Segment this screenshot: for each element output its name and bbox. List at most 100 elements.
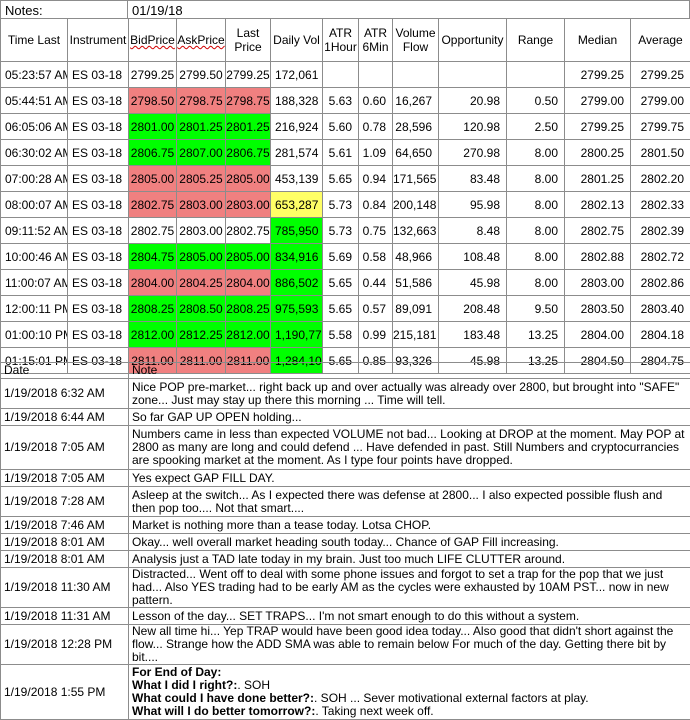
cell-bidprice[interactable]: 2799.25 [129,62,177,88]
cell-average[interactable]: 2802.72 [631,244,690,270]
cell-atr-6min[interactable]: 0.58 [359,244,393,270]
cell-daily-vol[interactable]: 653,287 [271,192,323,218]
table-row[interactable]: 08:00:07 AMES 03-182802.752803.002803.00… [1,192,690,218]
note-date[interactable]: 1/19/2018 8:01 AM [1,534,129,551]
cell-bidprice[interactable]: 2798.50 [129,88,177,114]
col-header-instrument[interactable]: Instrument [68,19,129,62]
cell-atr-1hour[interactable]: 5.65 [323,270,359,296]
cell-last-price[interactable]: 2798.75 [226,88,271,114]
cell-instrument[interactable]: ES 03-18 [68,322,129,348]
cell-time-last[interactable]: 12:00:11 PM [1,296,68,322]
cell-median[interactable]: 2799.25 [565,114,631,140]
cell-range[interactable]: 8.00 [507,244,565,270]
note-text[interactable]: Distracted... Went off to deal with some… [129,568,690,608]
cell-bidprice[interactable]: 2812.00 [129,322,177,348]
cell-atr-6min[interactable]: 0.99 [359,322,393,348]
cell-askprice[interactable]: 2805.00 [177,244,226,270]
cell-opportunity[interactable]: 95.98 [439,192,507,218]
table-row[interactable]: 01:00:10 PMES 03-182812.002812.252812.00… [1,322,690,348]
cell-median[interactable]: 2801.25 [565,166,631,192]
note-row[interactable]: 1/19/2018 8:01 AMAnalysis just a TAD lat… [1,551,690,568]
cell-time-last[interactable]: 06:05:06 AM [1,114,68,140]
cell-askprice[interactable]: 2812.25 [177,322,226,348]
cell-atr-1hour[interactable]: 5.65 [323,296,359,322]
cell-median[interactable]: 2804.00 [565,322,631,348]
cell-daily-vol[interactable]: 281,574 [271,140,323,166]
cell-average[interactable]: 2802.86 [631,270,690,296]
cell-atr-6min[interactable]: 0.78 [359,114,393,140]
note-text[interactable]: Nice POP pre-market... right back up and… [129,379,690,409]
note-row[interactable]: 1/19/2018 1:55 PMFor End of Day:What I d… [1,665,690,720]
table-row[interactable]: 06:05:06 AMES 03-182801.002801.252801.25… [1,114,690,140]
cell-atr-1hour[interactable]: 5.69 [323,244,359,270]
cell-time-last[interactable]: 08:00:07 AM [1,192,68,218]
cell-opportunity[interactable]: 183.48 [439,322,507,348]
cell-time-last[interactable]: 06:30:02 AM [1,140,68,166]
cell-range[interactable] [507,62,565,88]
cell-askprice[interactable]: 2804.25 [177,270,226,296]
cell-volume-flow[interactable]: 51,586 [393,270,439,296]
cell-askprice[interactable]: 2803.00 [177,218,226,244]
cell-volume-flow[interactable]: 16,267 [393,88,439,114]
cell-average[interactable]: 2801.50 [631,140,690,166]
cell-last-price[interactable]: 2808.25 [226,296,271,322]
cell-atr-1hour[interactable]: 5.73 [323,192,359,218]
cell-instrument[interactable]: ES 03-18 [68,270,129,296]
cell-askprice[interactable]: 2805.25 [177,166,226,192]
table-row[interactable]: 07:00:28 AMES 03-182805.002805.252805.00… [1,166,690,192]
note-row[interactable]: 1/19/2018 8:01 AMOkay... well overall ma… [1,534,690,551]
cell-atr-6min[interactable]: 0.44 [359,270,393,296]
cell-time-last[interactable]: 11:00:07 AM [1,270,68,296]
note-date[interactable]: 1/19/2018 7:05 AM [1,470,129,487]
cell-range[interactable]: 8.00 [507,218,565,244]
cell-instrument[interactable]: ES 03-18 [68,140,129,166]
cell-average[interactable]: 2802.39 [631,218,690,244]
note-text[interactable]: Lesson of the day... SET TRAPS... I'm no… [129,608,690,625]
note-text[interactable]: Yes expect GAP FILL DAY. [129,470,690,487]
cell-average[interactable]: 2804.18 [631,322,690,348]
note-row[interactable]: 1/19/2018 7:05 AMNumbers came in less th… [1,426,690,470]
cell-median[interactable]: 2802.13 [565,192,631,218]
cell-bidprice[interactable]: 2804.75 [129,244,177,270]
cell-bidprice[interactable]: 2806.75 [129,140,177,166]
cell-opportunity[interactable]: 108.48 [439,244,507,270]
cell-opportunity[interactable]: 45.98 [439,270,507,296]
note-row[interactable]: 1/19/2018 11:30 AMDistracted... Went off… [1,568,690,608]
table-row[interactable]: 05:44:51 AMES 03-182798.502798.752798.75… [1,88,690,114]
note-row[interactable]: 1/19/2018 7:28 AMAsleep at the switch...… [1,487,690,517]
cell-range[interactable]: 8.00 [507,192,565,218]
note-text[interactable]: Analysis just a TAD late today in my bra… [129,551,690,568]
cell-opportunity[interactable]: 120.98 [439,114,507,140]
cell-daily-vol[interactable]: 453,139 [271,166,323,192]
cell-atr-1hour[interactable]: 5.65 [323,166,359,192]
cell-opportunity[interactable]: 208.48 [439,296,507,322]
cell-volume-flow[interactable]: 89,091 [393,296,439,322]
cell-volume-flow[interactable]: 28,596 [393,114,439,140]
cell-daily-vol[interactable]: 785,950 [271,218,323,244]
note-date[interactable]: 1/19/2018 6:44 AM [1,409,129,426]
cell-atr-6min[interactable]: 0.94 [359,166,393,192]
table-row[interactable]: 11:00:07 AMES 03-182804.002804.252804.00… [1,270,690,296]
note-text[interactable]: Numbers came in less than expected VOLUM… [129,426,690,470]
cell-last-price[interactable]: 2805.00 [226,244,271,270]
cell-average[interactable]: 2799.25 [631,62,690,88]
cell-time-last[interactable]: 10:00:46 AM [1,244,68,270]
col-header-volume-flow[interactable]: Volume Flow [393,19,439,62]
note-date[interactable]: 1/19/2018 8:01 AM [1,551,129,568]
col-header-last-price[interactable]: Last Price [226,19,271,62]
cell-bidprice[interactable]: 2805.00 [129,166,177,192]
cell-range[interactable]: 13.25 [507,322,565,348]
cell-last-price[interactable]: 2803.00 [226,192,271,218]
cell-last-price[interactable]: 2804.00 [226,270,271,296]
col-header-average[interactable]: Average [631,19,690,62]
cell-average[interactable]: 2799.75 [631,114,690,140]
note-row[interactable]: 1/19/2018 6:44 AMSo far GAP UP OPEN hold… [1,409,690,426]
cell-volume-flow[interactable]: 200,148 [393,192,439,218]
cell-opportunity[interactable]: 20.98 [439,88,507,114]
cell-atr-1hour[interactable]: 5.63 [323,88,359,114]
cell-atr-1hour[interactable]: 5.61 [323,140,359,166]
cell-range[interactable]: 9.50 [507,296,565,322]
cell-askprice[interactable]: 2803.00 [177,192,226,218]
cell-median[interactable]: 2799.25 [565,62,631,88]
cell-volume-flow[interactable] [393,62,439,88]
